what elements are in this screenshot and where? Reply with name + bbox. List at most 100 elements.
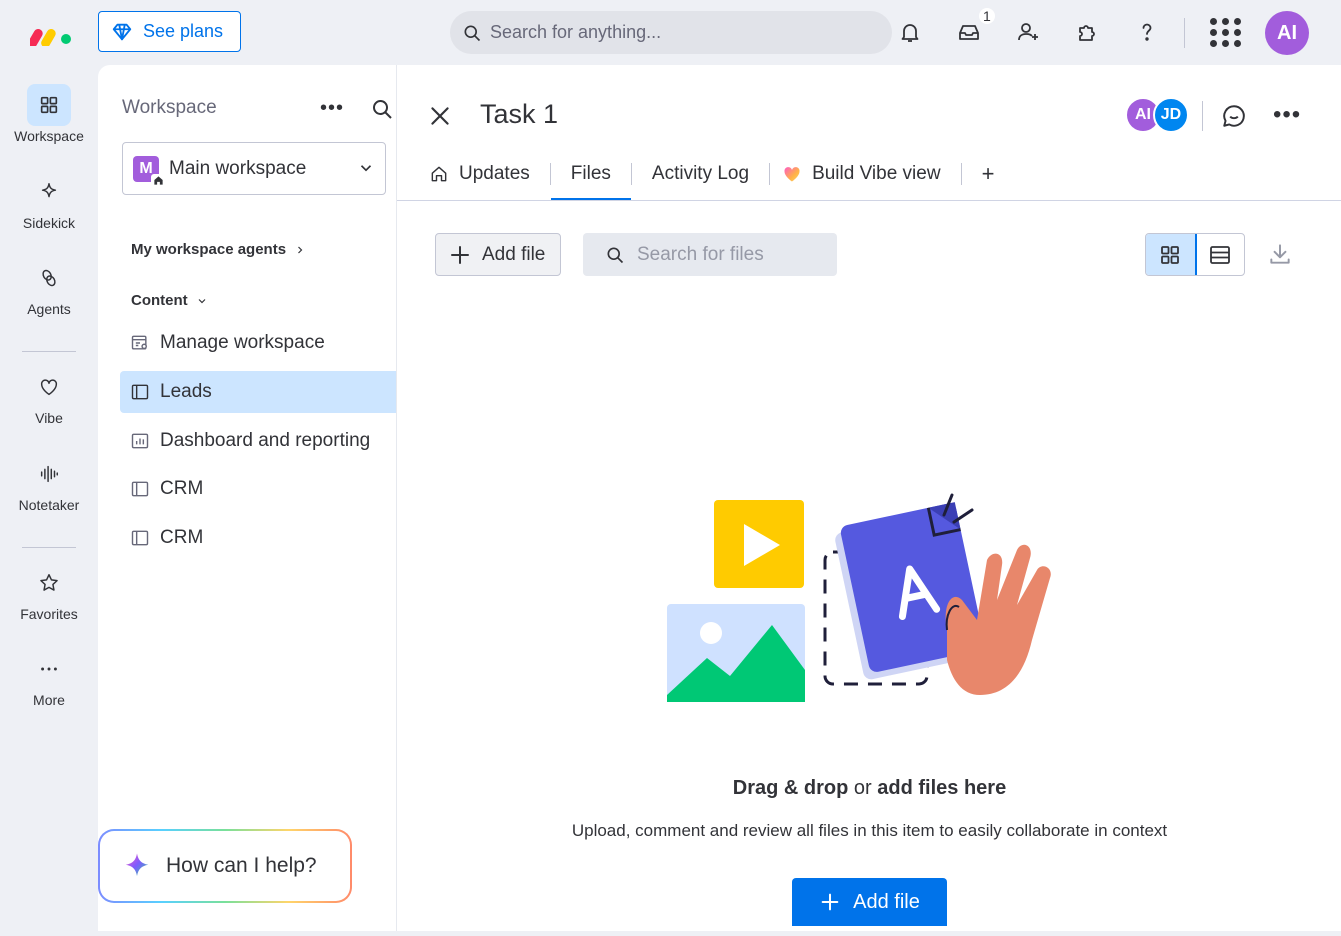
rail-item-workspace[interactable]: Workspace — [0, 84, 98, 144]
sidekick-help-label: How can I help? — [166, 854, 317, 877]
agent-icon — [27, 257, 71, 299]
inbox-button[interactable]: 1 — [953, 8, 995, 48]
item-subscribers[interactable]: AI JD — [1125, 97, 1195, 135]
item-panel: Task 1 AI JD ••• Updates Files Activity … — [396, 65, 1341, 936]
rail-item-notetaker[interactable]: Notetaker — [0, 453, 98, 513]
list-view-icon — [1209, 245, 1230, 264]
workspace-agents-section[interactable]: My workspace agents — [131, 241, 306, 258]
tab-build-vibe-view[interactable]: Build Vibe view — [770, 147, 961, 201]
content-section-label: Content — [131, 292, 188, 309]
empty-title-part1: Drag & drop — [732, 777, 849, 799]
rail-item-favorites[interactable]: Favorites — [0, 562, 98, 622]
sparkle-icon — [125, 853, 149, 876]
nav-item-manage-workspace[interactable]: Manage workspace — [120, 322, 396, 364]
help-button[interactable] — [1131, 16, 1163, 48]
home-icon — [151, 173, 165, 188]
user-avatar[interactable]: AI — [1265, 11, 1309, 55]
grid-icon — [27, 84, 71, 126]
file-search-input[interactable]: Search for files — [583, 233, 837, 276]
sidekick-help-prompt[interactable]: How can I help? — [98, 829, 352, 903]
item-title[interactable]: Task 1 — [480, 99, 558, 130]
puzzle-icon — [1079, 25, 1095, 41]
workspace-search-icon[interactable] — [370, 97, 394, 121]
tab-files[interactable]: Files — [550, 147, 632, 201]
header-divider — [1202, 101, 1203, 131]
tab-label: Updates — [459, 163, 530, 184]
apps-grid-icon[interactable] — [1208, 16, 1241, 48]
see-plans-label: See plans — [143, 21, 224, 41]
workspace-selector-label: Main workspace — [169, 157, 307, 179]
tabs-underline — [397, 200, 1341, 201]
item-more-icon[interactable]: ••• — [1273, 101, 1301, 129]
nav-item-leads[interactable]: Leads — [120, 371, 396, 413]
workspace-panel-title: Workspace — [122, 97, 217, 118]
workspace-badge: M — [133, 155, 165, 188]
add-file-primary-label: Add file — [853, 890, 920, 913]
nav-item-crm[interactable]: CRM — [120, 468, 396, 510]
rail-item-agents[interactable]: Agents — [0, 257, 98, 317]
search-icon — [607, 247, 624, 263]
list-view-button[interactable] — [1196, 234, 1245, 275]
nav-item-label: Dashboard and reporting — [160, 430, 371, 451]
invite-members-button[interactable] — [1012, 16, 1044, 48]
monday-logo-icon[interactable] — [30, 20, 74, 46]
download-icon[interactable] — [1267, 241, 1293, 267]
search-icon — [464, 25, 481, 41]
rail-label-sidekick: Sidekick — [22, 215, 76, 231]
board-icon — [131, 530, 149, 546]
global-search-placeholder: Search for anything... — [490, 22, 662, 42]
nav-item-label: CRM — [160, 527, 204, 548]
rail-item-more[interactable]: More — [0, 648, 98, 708]
tab-activity-log[interactable]: Activity Log — [632, 147, 769, 201]
heart-icon — [27, 366, 71, 408]
integrations-button[interactable] — [1071, 16, 1103, 48]
nav-item-label: Manage workspace — [160, 332, 325, 353]
add-file-button[interactable]: Add file — [435, 233, 561, 276]
inbox-icon — [959, 25, 979, 40]
close-icon[interactable] — [427, 103, 453, 129]
see-plans-button[interactable]: See plans — [98, 11, 241, 52]
workspace-selector[interactable]: M Main workspace — [122, 142, 386, 195]
workspace-options-icon[interactable]: ••• — [320, 97, 344, 120]
add-file-primary-button[interactable]: Add file — [792, 878, 947, 926]
sun-shape — [700, 622, 722, 644]
top-bar: See plans Search for anything... 1 AI — [0, 0, 1341, 65]
content-section[interactable]: Content — [131, 292, 208, 309]
add-file-label: Add file — [482, 243, 546, 265]
more-dots-icon — [27, 648, 71, 690]
empty-title-part2: add files here — [877, 777, 1007, 799]
sparkle-icon — [27, 171, 71, 213]
add-tab-button[interactable]: + — [962, 147, 1015, 201]
nav-item-crm[interactable]: CRM — [120, 517, 396, 559]
board-icon — [131, 384, 149, 400]
nav-item-dashboard[interactable]: Dashboard and reporting — [120, 420, 396, 462]
grid-view-button[interactable] — [1146, 234, 1197, 275]
chat-icon[interactable] — [1221, 103, 1247, 129]
add-user-icon — [1018, 23, 1038, 41]
empty-state-subtitle: Upload, comment and review all files in … — [571, 821, 1168, 840]
tab-label: Build Vibe view — [812, 163, 941, 184]
rail-label-more: More — [33, 692, 65, 708]
notifications-button[interactable] — [894, 16, 926, 48]
grid-view-icon — [1161, 245, 1180, 264]
rail-item-vibe[interactable]: Vibe — [0, 366, 98, 426]
global-search-input[interactable]: Search for anything... — [450, 11, 892, 54]
star-icon — [27, 562, 71, 604]
dashboard-icon — [131, 433, 149, 449]
tab-label: Activity Log — [651, 163, 750, 184]
rail-label-vibe: Vibe — [35, 410, 63, 426]
rail-label-favorites: Favorites — [20, 606, 78, 622]
empty-title-or: or — [853, 777, 872, 799]
tab-updates[interactable]: Updates — [427, 147, 550, 201]
rail-item-sidekick[interactable]: Sidekick — [0, 171, 98, 231]
empty-state-title: Drag & drop or add files here — [397, 777, 1341, 800]
rail-label-workspace: Workspace — [14, 128, 84, 144]
item-tabs: Updates Files Activity Log Build Vibe vi… — [427, 147, 1014, 201]
chevron-down-icon — [198, 298, 206, 303]
inbox-count-badge: 1 — [979, 8, 995, 24]
rail-label-notetaker: Notetaker — [18, 497, 80, 513]
plus-icon — [821, 893, 839, 911]
rail-label-agents: Agents — [27, 301, 71, 317]
workspace-panel: Workspace ••• M Main workspace My worksp… — [98, 65, 396, 931]
board-icon — [131, 481, 149, 497]
